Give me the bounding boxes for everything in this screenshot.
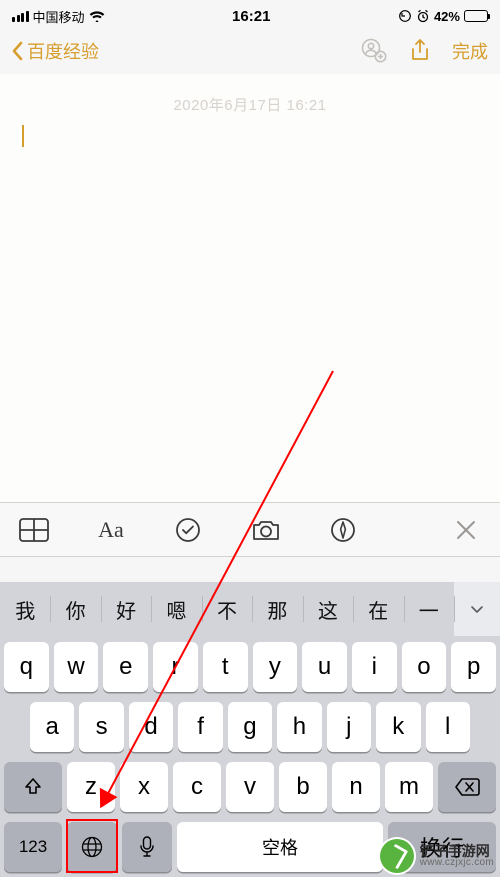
chevron-left-icon: [12, 41, 24, 61]
numbers-key[interactable]: 123: [4, 822, 62, 872]
key-d[interactable]: d: [129, 702, 173, 752]
key-g[interactable]: g: [228, 702, 272, 752]
mic-icon: [138, 835, 156, 859]
key-u[interactable]: u: [302, 642, 347, 692]
candidate[interactable]: 你: [50, 582, 100, 636]
key-o[interactable]: o: [402, 642, 447, 692]
candidate[interactable]: 那: [252, 582, 302, 636]
candidate-row: 我 你 好 嗯 不 那 这 在 一: [0, 582, 500, 636]
key-q[interactable]: q: [4, 642, 49, 692]
collaborate-icon[interactable]: [360, 37, 388, 65]
candidate[interactable]: 我: [0, 582, 50, 636]
globe-icon: [80, 835, 104, 859]
key-m[interactable]: m: [385, 762, 433, 812]
key-c[interactable]: c: [173, 762, 221, 812]
watermark-name: 铲子手游网: [420, 844, 494, 858]
battery-percent: 42%: [434, 9, 460, 24]
checklist-icon[interactable]: [173, 514, 204, 546]
watermark-url: www.czjxjc.com: [420, 858, 494, 868]
key-k[interactable]: k: [376, 702, 420, 752]
candidate[interactable]: 嗯: [151, 582, 201, 636]
key-a[interactable]: a: [30, 702, 74, 752]
key-h[interactable]: h: [277, 702, 321, 752]
key-row-bot: z x c v b n m: [4, 762, 496, 812]
key-s[interactable]: s: [79, 702, 123, 752]
note-toolbar: Aa: [0, 502, 500, 557]
candidate[interactable]: 不: [202, 582, 252, 636]
candidate[interactable]: 好: [101, 582, 151, 636]
text-format-button[interactable]: Aa: [95, 514, 126, 546]
text-cursor: [22, 125, 24, 147]
key-b[interactable]: b: [279, 762, 327, 812]
markup-icon[interactable]: [327, 514, 358, 546]
space-key[interactable]: 空格: [177, 822, 383, 872]
key-t[interactable]: t: [203, 642, 248, 692]
delete-key[interactable]: [438, 762, 496, 812]
note-date: 2020年6月17日 16:21: [22, 94, 478, 115]
key-e[interactable]: e: [103, 642, 148, 692]
rotation-lock-icon: [398, 9, 412, 23]
key-v[interactable]: v: [226, 762, 274, 812]
done-button[interactable]: 完成: [452, 38, 488, 64]
signal-icon: [12, 11, 29, 22]
expand-candidates-button[interactable]: [454, 582, 500, 636]
status-bar: 中国移动 16:21 42%: [0, 0, 500, 28]
delete-icon: [454, 777, 480, 797]
nav-bar: 百度经验 完成: [0, 28, 500, 74]
watermark: 铲子手游网 www.czjxjc.com: [380, 839, 494, 873]
key-x[interactable]: x: [120, 762, 168, 812]
note-editor[interactable]: 2020年6月17日 16:21: [0, 74, 500, 502]
back-button[interactable]: 百度经验: [12, 38, 99, 64]
watermark-logo-icon: [380, 839, 414, 873]
key-j[interactable]: j: [327, 702, 371, 752]
key-l[interactable]: l: [426, 702, 470, 752]
key-row-top: q w e r t y u i o p: [4, 642, 496, 692]
battery-icon: [464, 10, 488, 22]
key-p[interactable]: p: [451, 642, 496, 692]
camera-icon[interactable]: [250, 514, 281, 546]
carrier-label: 中国移动: [33, 7, 85, 26]
chevron-down-icon: [469, 601, 485, 617]
alarm-icon: [416, 9, 430, 23]
mic-key[interactable]: [122, 822, 172, 872]
share-icon[interactable]: [406, 37, 434, 65]
status-time: 16:21: [232, 8, 270, 25]
back-label: 百度经验: [27, 38, 99, 64]
wifi-icon: [89, 10, 105, 22]
shift-key[interactable]: [4, 762, 62, 812]
candidate[interactable]: 在: [353, 582, 403, 636]
candidate[interactable]: 一: [404, 582, 454, 636]
key-n[interactable]: n: [332, 762, 380, 812]
key-y[interactable]: y: [253, 642, 298, 692]
key-r[interactable]: r: [153, 642, 198, 692]
globe-key[interactable]: [67, 822, 117, 872]
candidate[interactable]: 这: [303, 582, 353, 636]
key-f[interactable]: f: [178, 702, 222, 752]
close-keyboard-button[interactable]: [451, 514, 482, 546]
table-icon[interactable]: [18, 514, 49, 546]
key-i[interactable]: i: [352, 642, 397, 692]
key-row-mid: a s d f g h j k l: [4, 702, 496, 752]
shift-icon: [22, 776, 44, 798]
key-z[interactable]: z: [67, 762, 115, 812]
key-w[interactable]: w: [54, 642, 99, 692]
keyboard: 我 你 好 嗯 不 那 这 在 一 q w e r t y u i o: [0, 582, 500, 877]
